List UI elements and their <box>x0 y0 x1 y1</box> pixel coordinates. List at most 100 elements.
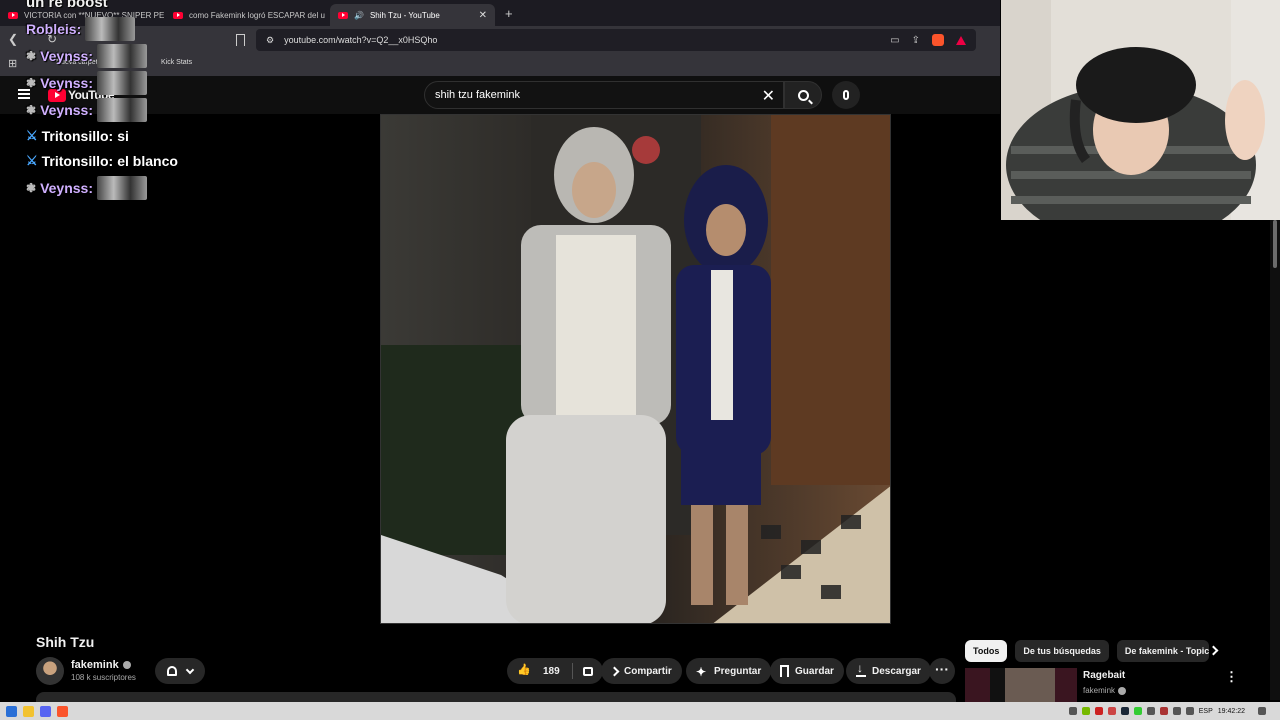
save-icon <box>780 665 789 677</box>
recommended-video-title[interactable]: Ragebait <box>1083 670 1125 681</box>
search-icon <box>797 89 809 101</box>
page-scrollbar[interactable] <box>1270 220 1280 700</box>
chip-all[interactable]: Todos <box>965 640 1008 662</box>
brave-rewards-icon[interactable] <box>956 35 966 45</box>
chat-text: si <box>117 128 129 144</box>
site-settings-icon[interactable]: ⚙ <box>266 35 274 46</box>
webcam-image <box>1001 0 1280 220</box>
speaker-icon: 🔊 <box>354 10 364 20</box>
chevron-right-icon[interactable] <box>1208 645 1219 656</box>
thumbs-up-icon <box>517 663 531 677</box>
chat-username: Veynss: <box>40 75 93 91</box>
like-button[interactable]: 189 <box>507 658 603 684</box>
chat-username: Veynss: <box>40 102 93 118</box>
tray-app-icon[interactable] <box>1107 707 1116 715</box>
channel-name-text: fakemink <box>71 659 119 671</box>
chat-username: Veynss: <box>40 180 93 196</box>
chat-emote <box>85 17 136 41</box>
url-field[interactable]: ⚙ youtube.com/watch?v=Q2__x0HSQho ▭ ⇪ <box>256 29 976 51</box>
save-button[interactable]: Guardar <box>770 658 844 684</box>
search-button[interactable] <box>784 81 822 109</box>
tray-app-icon[interactable] <box>1094 707 1103 715</box>
chip-from-searches[interactable]: De tus búsquedas <box>1015 640 1109 662</box>
youtube-favicon-icon <box>173 11 183 19</box>
chat-header-text: un re boost <box>26 0 108 11</box>
url-actions: ▭ ⇪ <box>890 34 976 46</box>
chat-message: ⚔ Tritonsillo: si <box>26 128 129 144</box>
youtube-favicon-icon <box>338 11 348 19</box>
channel-name[interactable]: fakemink <box>71 659 131 671</box>
tray-app-icon[interactable] <box>1133 707 1142 715</box>
chat-emote <box>97 98 147 122</box>
url-text: youtube.com/watch?v=Q2__x0HSQho <box>284 35 438 45</box>
browser-tab-2[interactable]: como Fakemink logró ESCAPAR del u <box>165 4 330 26</box>
tray-app-icon[interactable] <box>1068 707 1077 715</box>
network-icon[interactable] <box>1172 707 1181 715</box>
sword-badge-icon: ⚔ <box>26 153 38 168</box>
download-icon <box>856 661 866 677</box>
clear-search-icon[interactable]: ✕ <box>762 86 775 106</box>
bookmarks-bar: ⊞ Nueva carpeta Kick Stats <box>0 54 1000 76</box>
ask-button[interactable]: ✦ Preguntar <box>686 658 772 684</box>
browser-tab-bar: VICTORIA con **NUEVO** SNIPER PE como Fa… <box>0 0 1000 26</box>
steam-icon[interactable] <box>1120 707 1129 715</box>
clock-time[interactable]: 19:42:22 <box>1218 708 1245 715</box>
like-divider <box>571 663 573 679</box>
input-language[interactable]: ESP <box>1199 708 1213 715</box>
microphone-icon <box>843 90 849 100</box>
close-tab-icon[interactable]: ✕ <box>479 10 487 21</box>
search-query-text: shih tzu fakemink <box>435 89 520 101</box>
back-icon[interactable]: ❮ <box>8 32 18 46</box>
tray-app-icon[interactable] <box>1159 707 1168 715</box>
apps-grid-icon[interactable]: ⊞ <box>8 57 17 70</box>
chat-username: Veynss: <box>40 48 93 64</box>
windows-taskbar: ESP 19:42:22 <box>0 702 1280 720</box>
share-page-icon[interactable]: ⇪ <box>912 35 920 46</box>
bell-icon <box>167 666 177 676</box>
brave-icon[interactable] <box>57 705 68 717</box>
chat-message: ❃ Veynss: <box>26 98 147 122</box>
share-button[interactable]: Compartir <box>601 658 682 684</box>
chat-username: Tritonsillo: <box>41 153 114 169</box>
download-button[interactable]: Descargar <box>846 658 931 684</box>
tab-label: como Fakemink logró ESCAPAR del u <box>189 10 325 20</box>
search-input[interactable]: shih tzu fakemink ✕ <box>424 81 784 109</box>
chat-message: ⚔ Tritonsillo: el blanco <box>26 153 178 169</box>
scrollbar-thumb[interactable] <box>1273 220 1277 268</box>
explorer-icon[interactable] <box>23 705 34 717</box>
youtube-favicon-icon <box>8 11 18 19</box>
more-actions-button[interactable]: ··· <box>929 658 955 684</box>
chat-username: Tritonsillo: <box>41 128 114 144</box>
nvidia-icon[interactable] <box>1081 707 1090 715</box>
voice-search-button[interactable] <box>832 81 860 109</box>
channel-avatar[interactable] <box>36 657 64 685</box>
like-count: 189 <box>543 665 560 677</box>
thumbs-down-icon[interactable] <box>582 666 593 676</box>
video-frame-image <box>381 115 890 623</box>
notifications-icon[interactable] <box>1258 707 1266 715</box>
system-tray: ESP 19:42:22 <box>1068 702 1280 720</box>
video-player[interactable] <box>380 114 891 624</box>
recommended-video-thumbnail[interactable] <box>965 668 1077 702</box>
brave-shields-icon[interactable] <box>932 34 944 46</box>
cast-icon[interactable]: ▭ <box>890 35 899 46</box>
sword-badge-icon: ⚔ <box>26 128 38 143</box>
browser-tab-3[interactable]: 🔊 Shih Tzu - YouTube ✕ <box>330 4 495 26</box>
bookmark-icon[interactable] <box>236 34 245 46</box>
recommended-more-icon[interactable]: ⋮ <box>1225 669 1238 685</box>
chevron-down-icon <box>185 665 195 674</box>
notifications-button[interactable] <box>155 658 205 684</box>
chip-from-channel[interactable]: De fakemink - Topic <box>1116 640 1209 662</box>
verified-icon <box>1118 686 1127 695</box>
recommended-channel-name: fakemink <box>1083 686 1116 695</box>
volume-icon[interactable] <box>1185 707 1194 715</box>
bookmark-kick-stats[interactable]: Kick Stats <box>161 59 192 66</box>
new-tab-button[interactable]: + <box>505 6 513 21</box>
description-box[interactable] <box>36 692 956 702</box>
windows-start-icon[interactable] <box>6 705 17 717</box>
tab-label: Shih Tzu - YouTube <box>369 10 440 20</box>
tray-app-icon[interactable] <box>1146 707 1155 715</box>
webcam-overlay <box>1001 0 1280 220</box>
chat-emote <box>97 71 147 95</box>
discord-icon[interactable] <box>40 705 51 717</box>
